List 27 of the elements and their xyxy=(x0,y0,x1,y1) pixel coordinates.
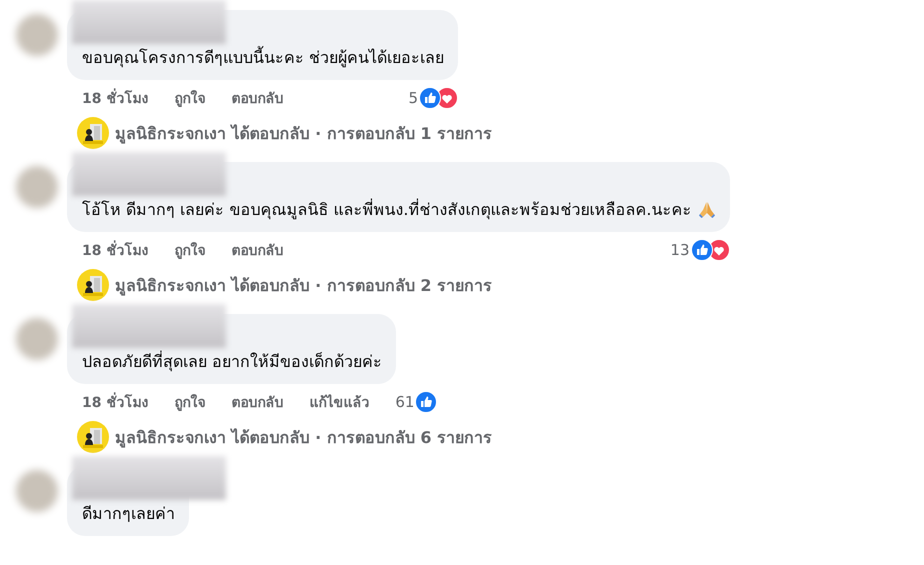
view-replies-link[interactable]: มูลนิธิกระจกเงา ได้ตอบกลับ · การตอบกลับ 1 รายการ xyxy=(115,120,492,146)
reply-link[interactable]: ตอบกลับ xyxy=(231,239,284,261)
edited-label: แก้ไขแล้ว xyxy=(309,393,370,413)
reaction-count[interactable]: 5 xyxy=(408,89,418,107)
page-avatar[interactable] xyxy=(77,421,109,453)
reaction-count[interactable]: 61 xyxy=(395,393,414,411)
reply-link[interactable]: ตอบกลับ xyxy=(231,87,284,109)
like-link[interactable]: ถูกใจ xyxy=(174,87,206,109)
view-replies-link[interactable]: มูลนิธิกระจกเงา ได้ตอบกลับ · การตอบกลับ 6 รายการ xyxy=(115,424,492,450)
avatar[interactable] xyxy=(16,14,58,56)
page-avatar[interactable] xyxy=(77,269,109,301)
view-replies-link[interactable]: มูลนิธิกระจกเงา ได้ตอบกลับ · การตอบกลับ 2 รายการ xyxy=(115,272,492,298)
comment-text: ปลอดภัยดีที่สุดเลย อยากให้มีของเด็กด้วยค่ะ xyxy=(82,352,382,371)
comment-text: โอ้โห ดีมากๆ เลยค่ะ ขอบคุณมูลนิธิ และพี่พนง.ที่ช่างสังเกตุและพร้อมช่วยเหลือลค.นะคะ xyxy=(82,200,692,219)
timestamp-link[interactable]: 18 ชั่วโมง xyxy=(82,87,148,109)
reaction-count[interactable]: 13 xyxy=(670,241,690,259)
page-avatar[interactable] xyxy=(77,117,109,149)
comment-text: ขอบคุณโครงการดีๆแบบนี้นะคะ ช่วยผู้คนได้เยอะเลย xyxy=(82,48,444,67)
avatar[interactable] xyxy=(16,470,58,512)
timestamp-link[interactable]: 18 ชั่วโมง xyxy=(82,239,148,261)
comment-text: ดีมากๆเลยค่า xyxy=(82,504,175,523)
avatar[interactable] xyxy=(16,318,58,360)
avatar[interactable] xyxy=(16,166,58,208)
like-link[interactable]: ถูกใจ xyxy=(174,239,206,261)
reply-link[interactable]: ตอบกลับ xyxy=(231,391,284,413)
timestamp-link[interactable]: 18 ชั่วโมง xyxy=(82,391,148,413)
like-link[interactable]: ถูกใจ xyxy=(174,391,206,413)
